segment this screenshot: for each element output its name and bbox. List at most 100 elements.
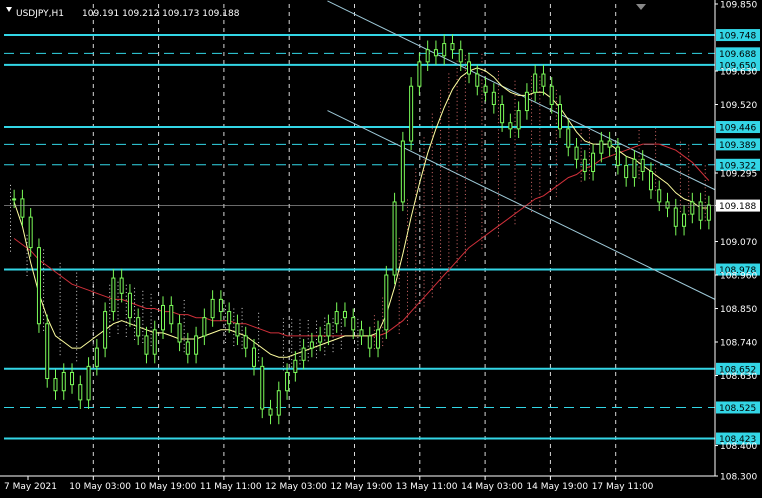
cloud-dot [43,318,45,320]
cloud-dot [704,190,706,192]
cloud-dot [316,353,318,355]
cloud-dot [299,319,301,321]
cloud-dot [481,222,483,224]
cloud-dot [456,177,458,179]
cloud-dot [456,265,458,267]
cloud-dot [134,298,136,300]
cloud-dot [26,253,28,255]
cloud-dot [655,167,657,169]
cloud-dot [464,245,466,247]
candle-body [665,201,670,209]
cloud-dot [423,155,425,157]
cloud-dot [588,155,590,157]
cloud-dot [282,343,284,345]
cloud-dot [456,115,458,117]
cloud-dot [588,177,590,179]
cloud-dot [539,204,541,206]
cloud-dot [125,332,127,334]
cloud-dot [448,157,450,159]
cloud-dot [539,131,541,133]
cloud-dot [357,329,359,331]
time-tick-label: 14 May 03:00 [461,482,523,492]
cloud-dot [26,256,28,258]
cloud-dot [109,299,111,301]
cloud-dot [448,139,450,141]
cloud-dot [464,230,466,232]
cloud-dot [291,344,293,346]
cloud-dot [440,159,442,161]
cloud-dot [431,153,433,155]
cloud-dot [456,203,458,205]
time-tick-label: 13 May 11:00 [396,482,458,492]
cloud-dot [539,102,541,104]
candle-body [624,164,629,179]
cloud-dot [448,263,450,265]
cloud-dot [307,327,309,329]
cloud-dot [514,95,516,97]
cloud-dot [531,97,533,99]
cloud-dot [26,260,28,262]
cloud-dot [555,108,557,110]
cloud-dot [440,137,442,139]
cloud-dot [282,340,284,342]
cloud-dot [423,206,425,208]
cloud-dot [233,312,235,314]
cloud-dot [555,137,557,139]
cloud-dot [481,247,483,249]
cloud-dot [440,162,442,164]
cloud-dot [382,326,384,328]
cloud-dot [464,219,466,221]
cloud-dot [340,333,342,335]
cloud-dot [415,245,417,247]
cloud-dot [26,234,28,236]
candle-body [566,128,571,148]
cloud-dot [406,221,408,223]
cloud-dot [638,130,640,132]
cloud-dot [316,342,318,344]
cloud-dot [415,292,417,294]
cloud-dot [291,366,293,368]
cloud-dot [59,292,61,294]
cloud-dot [580,173,582,175]
cloud-dot [555,148,557,150]
cloud-dot [448,252,450,254]
cloud-dot [456,141,458,143]
cloud-dot [183,303,185,305]
cloud-dot [481,134,483,136]
cloud-dot [440,122,442,124]
cloud-dot [539,175,541,177]
candle-body [161,304,166,331]
cloud-dot [282,318,284,320]
cloud-dot [183,325,185,327]
cloud-dot [431,124,433,126]
cloud-dot [555,166,557,168]
candle-body [103,311,108,349]
cloud-dot [26,238,28,240]
cloud-dot [539,98,541,100]
cloud-dot [531,75,533,77]
candle-body [210,298,215,319]
cloud-dot [307,338,309,340]
cloud-dot [638,173,640,175]
cloud-dot [440,276,442,278]
cloud-dot [316,349,318,351]
cloud-dot [423,221,425,223]
cloud-dot [464,117,466,119]
cloud-dot [183,318,185,320]
candle-body [442,43,447,57]
cloud-dot [398,285,400,287]
cloud-dot [92,318,94,320]
candle-body [169,304,174,325]
candle-body [70,371,75,386]
cloud-dot [481,97,483,99]
cloud-dot [398,274,400,276]
cloud-dot [125,284,127,286]
price-chart[interactable]: 109.850109.748109.688109.650109.630109.5… [0,0,762,498]
candle-body [227,311,232,325]
cloud-dot [150,304,152,306]
cloud-dot [497,195,499,197]
cloud-dot [497,100,499,102]
cloud-dot [59,288,61,290]
cloud-dot [497,118,499,120]
chart-window[interactable]: 109.850 109.748 109.688 109.650 109.630 109.5… [0,0,762,498]
